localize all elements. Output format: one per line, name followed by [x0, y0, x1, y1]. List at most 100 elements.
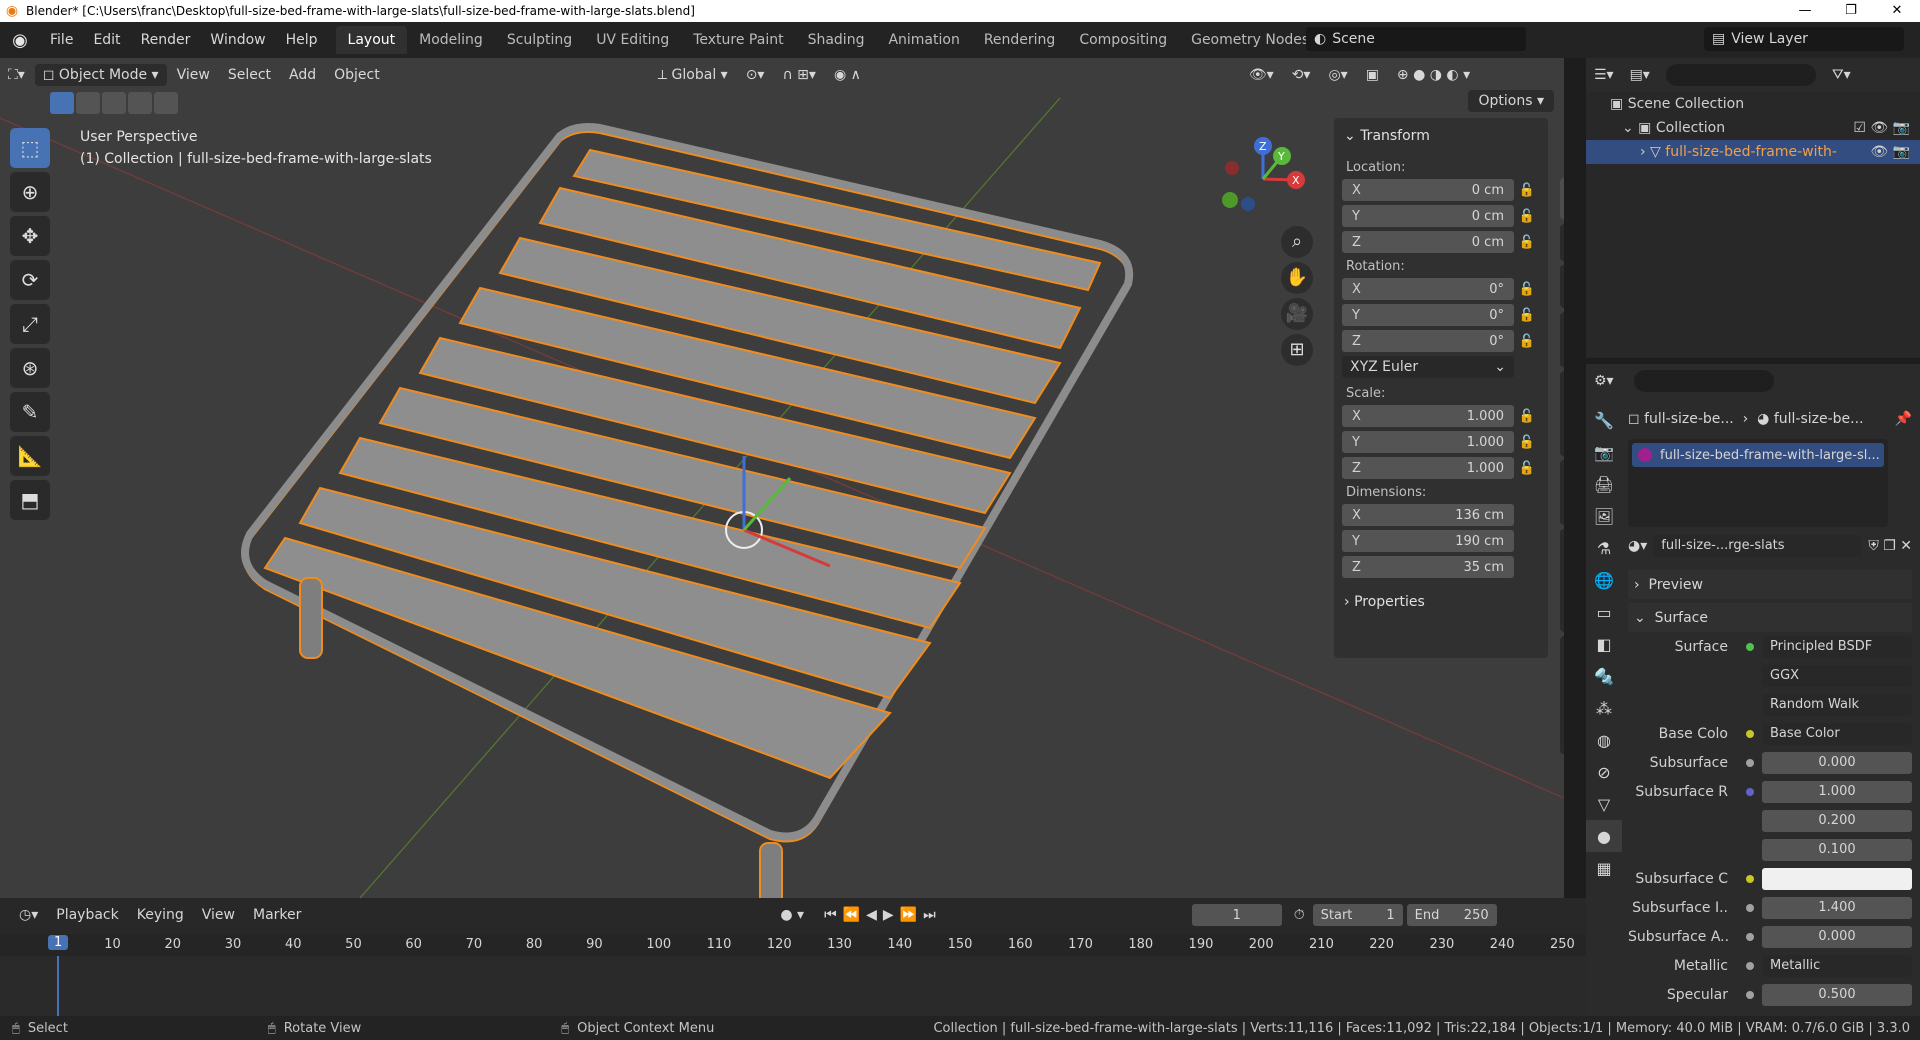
material-name-field[interactable]: full-size-...rge-slats: [1653, 534, 1863, 557]
scene-selector[interactable]: ◐ Scene: [1306, 27, 1526, 51]
timeline-menu-keying[interactable]: Keying: [128, 907, 193, 923]
surface-panel-header[interactable]: ⌄ Surface: [1628, 603, 1912, 632]
dimensions-x-field[interactable]: X 136 cm: [1342, 504, 1514, 526]
transform-header[interactable]: ⌄ Transform: [1342, 124, 1540, 154]
collection-tab-icon[interactable]: ▭: [1586, 596, 1622, 628]
scale-y-field[interactable]: Y 1.000: [1342, 431, 1514, 453]
location-z-field[interactable]: Z 0 cm: [1342, 231, 1514, 253]
current-frame-field[interactable]: 1: [1191, 904, 1282, 926]
data-tab-icon[interactable]: ▽: [1586, 788, 1622, 820]
socket-dot-icon[interactable]: [1746, 758, 1754, 767]
zoom-icon[interactable]: ⌕: [1281, 226, 1313, 258]
mode-dropdown[interactable]: ◻ Object Mode ▾: [34, 64, 167, 86]
timeline-ruler[interactable]: 1 10 20 30 40 50 60 70 80 90 100 110 120 130 140 150 160…: [0, 934, 1586, 956]
outliner-search-input[interactable]: [1665, 64, 1816, 86]
properties-editor-icon[interactable]: ⚙▾: [1594, 373, 1614, 389]
render-tab-icon[interactable]: 📷: [1586, 436, 1622, 468]
object-visibility-icons[interactable]: 👁 📷: [1870, 144, 1910, 160]
lock-icon[interactable]: 🔓: [1514, 409, 1540, 424]
lock-icon[interactable]: 🔓: [1514, 183, 1540, 198]
xray-icon[interactable]: ▣: [1358, 64, 1387, 86]
property-value-field[interactable]: 1.400: [1762, 896, 1912, 919]
sidebar-tab-view[interactable]: View: [1560, 264, 1564, 308]
move-tool-icon[interactable]: ✥: [10, 216, 50, 256]
filter-icon[interactable]: ⛛▾: [1832, 67, 1851, 83]
menu-render[interactable]: Render: [131, 32, 201, 48]
tab-texture-paint[interactable]: Texture Paint: [681, 26, 795, 54]
property-value-field[interactable]: Metallic: [1762, 954, 1912, 977]
sidebar-tab-quad-remesh[interactable]: Quad Remesh: [1560, 529, 1564, 632]
select-invert-icon[interactable]: [128, 92, 152, 114]
property-value-field[interactable]: [1762, 867, 1912, 890]
select-subtract-icon[interactable]: [102, 92, 126, 114]
outliner-scene-collection[interactable]: ▣ Scene Collection: [1586, 92, 1920, 116]
gizmo-toggle-icon[interactable]: ⟲▾: [1284, 64, 1319, 86]
overlay-toggle-icon[interactable]: ◎▾: [1320, 64, 1355, 86]
shading-modes-icon[interactable]: ⊕ ● ◑ ◐ ▾: [1389, 64, 1478, 86]
pin-icon[interactable]: 📌: [1895, 411, 1912, 427]
lock-icon[interactable]: 🔓: [1514, 308, 1540, 323]
tool-tab-icon[interactable]: 🔧: [1586, 404, 1622, 436]
rotation-y-field[interactable]: Y 0°: [1342, 304, 1514, 326]
editor-type-button[interactable]: ⛶▾: [0, 64, 33, 86]
add-cube-tool-icon[interactable]: ⬒: [10, 480, 50, 520]
lock-icon[interactable]: 🔓: [1514, 282, 1540, 297]
add-menu[interactable]: Add: [281, 64, 324, 86]
property-value-field[interactable]: 0.500: [1762, 983, 1912, 1006]
collection-visibility-icons[interactable]: ☑ 👁 📷: [1853, 120, 1910, 136]
material-slot-list[interactable]: full-size-bed-frame-with-large-sl...: [1628, 439, 1888, 527]
dimensions-y-field[interactable]: Y 190 cm: [1342, 530, 1514, 552]
select-menu[interactable]: Select: [220, 64, 279, 86]
end-frame-field[interactable]: End 250: [1406, 904, 1497, 926]
socket-dot-icon[interactable]: [1746, 642, 1754, 651]
menu-window[interactable]: Window: [200, 32, 275, 48]
outliner-editor-icon[interactable]: ☰▾: [1594, 67, 1614, 83]
camera-view-icon[interactable]: 🎥: [1281, 298, 1313, 330]
property-value-field[interactable]: 1.000: [1762, 780, 1912, 803]
modifier-tab-icon[interactable]: 🔩: [1586, 660, 1622, 692]
sidebar-tab-create[interactable]: Create: [1560, 311, 1564, 367]
preview-range-icon[interactable]: ⏱: [1294, 907, 1305, 923]
socket-dot-icon[interactable]: [1746, 932, 1754, 941]
playhead[interactable]: [57, 956, 59, 1016]
socket-dot-icon[interactable]: [1746, 961, 1754, 970]
constraints-tab-icon[interactable]: ⊘: [1586, 756, 1622, 788]
scale-tool-icon[interactable]: ⤢: [10, 304, 50, 344]
expand-icon[interactable]: ⌄ ▣: [1622, 120, 1651, 136]
sidebar-tab-item[interactable]: Item: [1560, 178, 1564, 220]
select-extend-icon[interactable]: [76, 92, 100, 114]
tab-sculpting[interactable]: Sculpting: [495, 26, 584, 54]
property-value-field[interactable]: Base Color: [1762, 722, 1912, 745]
material-actions-icons[interactable]: ⛨ ❐ ✕: [1868, 538, 1912, 554]
socket-dot-icon[interactable]: [1746, 990, 1754, 999]
scene-tab-icon[interactable]: ⚗: [1586, 532, 1622, 564]
sidebar-tab-3d-print[interactable]: 3D-Print: [1560, 460, 1564, 526]
property-value-field[interactable]: 0.000: [1762, 925, 1912, 948]
select-new-icon[interactable]: [50, 92, 74, 114]
timeline-tracks[interactable]: [0, 956, 1586, 1016]
tab-shading[interactable]: Shading: [796, 26, 877, 54]
timeline-menu-playback[interactable]: Playback: [47, 907, 127, 923]
preview-panel-header[interactable]: › Preview: [1628, 570, 1912, 599]
navigation-gizmo[interactable]: Z X Y: [1218, 134, 1308, 224]
timeline-menu-marker[interactable]: Marker: [244, 907, 310, 923]
location-y-field[interactable]: Y 0 cm: [1342, 205, 1514, 227]
location-x-field[interactable]: X 0 cm: [1342, 179, 1514, 201]
rotation-mode-dropdown[interactable]: XYZ Euler ⌄: [1342, 356, 1514, 378]
material-slot-item[interactable]: full-size-bed-frame-with-large-sl...: [1632, 443, 1884, 467]
menu-edit[interactable]: Edit: [83, 32, 130, 48]
playback-controls-icons[interactable]: ⏮⏪◀▶⏩⏭: [824, 907, 942, 923]
rotation-x-field[interactable]: X 0°: [1342, 278, 1514, 300]
record-icon[interactable]: ● ▾: [780, 907, 804, 923]
view-menu[interactable]: View: [169, 64, 218, 86]
lock-icon[interactable]: 🔓: [1514, 334, 1540, 349]
minimize-button[interactable]: —: [1782, 0, 1828, 22]
lock-icon[interactable]: 🔓: [1514, 435, 1540, 450]
lock-icon[interactable]: 🔓: [1514, 235, 1540, 250]
rotation-z-field[interactable]: Z 0°: [1342, 330, 1514, 352]
socket-dot-icon[interactable]: [1746, 903, 1754, 912]
cursor-tool-icon[interactable]: ⊕: [10, 172, 50, 212]
proportional-edit-icon[interactable]: ◉ ∧: [826, 64, 869, 86]
visibility-icon[interactable]: 👁▾: [1241, 64, 1282, 86]
tab-animation[interactable]: Animation: [876, 26, 971, 54]
